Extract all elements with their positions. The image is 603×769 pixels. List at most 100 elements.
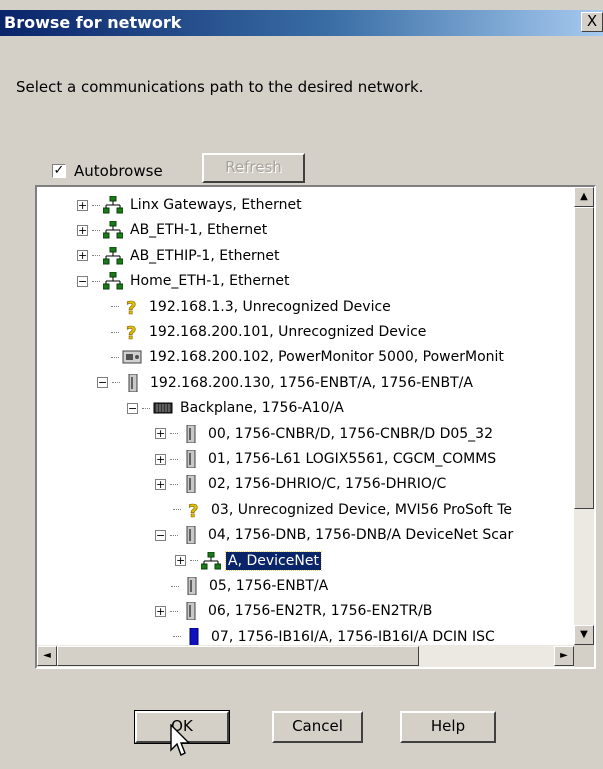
tree-item[interactable]: +00, 1756-CNBR/D, 1756-CNBR/D D05_32 [155,422,495,446]
refresh-button[interactable]: Refresh [202,153,305,183]
unknown-device-icon: ? [122,298,142,316]
tree-connector [92,280,100,282]
autobrowse-checkbox[interactable]: ✓ [52,164,66,178]
expand-icon[interactable]: + [77,250,88,262]
unknown-device-icon: ? [184,501,204,519]
svg-text:?: ? [188,501,198,519]
vertical-scroll-thumb[interactable] [574,207,594,509]
tree-connector [190,560,198,562]
io-module-icon [184,627,204,645]
arrow-right-icon: ► [560,650,568,661]
scroll-up-button[interactable]: ▲ [574,187,594,207]
expand-icon[interactable]: + [175,555,186,567]
tree-item-label: 06, 1756-EN2TR, 1756-EN2TR/B [208,603,433,620]
module-icon [181,526,201,545]
tree-item-label: AB_ETH-1, Ethernet [130,222,268,239]
tree-item[interactable]: +06, 1756-EN2TR, 1756-EN2TR/B [155,599,434,623]
tree-connector [111,306,119,308]
network-icon [201,551,221,570]
arrow-left-icon: ◄ [43,650,51,661]
tree-connector [171,585,179,587]
tree-connector [111,331,119,333]
scroll-right-button[interactable]: ► [554,646,574,666]
tree-item[interactable]: ? 03, Unrecognized Device, MVI56 ProSoft … [173,498,514,522]
help-button[interactable]: Help [400,711,496,743]
arrow-up-icon: ▲ [580,191,588,202]
title-bar[interactable]: Browse for network X [0,10,603,36]
tree-item-label: AB_ETHIP-1, Ethernet [130,247,280,264]
close-button[interactable]: X [581,12,603,32]
expand-icon[interactable]: + [155,605,166,617]
horizontal-scrollbar[interactable]: ◄ ► [37,645,574,667]
network-tree[interactable]: + Linx Gateways, Ethernet + AB_ETH-1, Ether… [35,185,596,669]
scroll-left-button[interactable]: ◄ [37,646,57,666]
tree-item[interactable]: 05, 1756-ENBT/A [171,574,330,598]
module-icon [182,577,202,595]
tree-item-label: 192.168.200.130, 1756-ENBT/A, 1756-ENBT/… [150,374,473,391]
expand-icon[interactable]: + [77,224,88,236]
collapse-icon[interactable]: − [155,529,166,541]
module-icon [181,450,201,468]
network-icon [103,196,123,214]
tree-connector [92,255,100,257]
tree-item[interactable]: ? 192.168.1.3, Unrecognized Device [111,295,393,319]
tree-item-label: 192.168.1.3, Unrecognized Device [149,298,391,315]
module-icon [181,424,201,443]
scroll-corner [574,645,594,667]
tree-item-label: 04, 1756-DNB, 1756-DNB/A DeviceNet Scar [208,527,514,544]
cancel-button[interactable]: Cancel [272,711,363,743]
tree-item-label: 192.168.200.102, PowerMonitor 5000, Powe… [149,349,504,366]
mouse-cursor-icon [170,724,191,756]
tree-item-selected[interactable]: + A, DeviceNet [175,549,322,573]
network-icon [103,221,123,239]
tree-item[interactable]: − 04, 1756-DNB, 1756-DNB/A DeviceNet Scar [155,523,515,547]
tree-connector [170,610,178,612]
tree-item-label: Home_ETH-1, Ethernet [130,273,290,290]
unknown-device-icon: ? [122,323,142,341]
tree-item[interactable]: +02, 1756-DHRIO/C, 1756-DHRIO/C [155,472,448,496]
tree-item-label: 07, 1756-IB16I/A, 1756-IB16I/A DCIN ISC [211,628,495,645]
svg-text:?: ? [126,323,136,341]
tree-content: + Linx Gateways, Ethernet + AB_ETH-1, Ether… [37,187,574,645]
module-icon [123,373,143,392]
expand-icon[interactable]: + [155,453,166,465]
tree-connector [92,204,100,206]
collapse-icon[interactable]: − [127,402,138,414]
tree-connector [142,407,150,409]
tree-item[interactable]: + AB_ETHIP-1, Ethernet [77,244,282,268]
vertical-scrollbar[interactable]: ▲ ▼ [574,187,594,645]
tree-connector [170,534,178,536]
tree-item[interactable]: +01, 1756-L61 LOGIX5561, CGCM_COMMS [155,447,498,471]
expand-icon[interactable]: + [77,199,88,211]
scroll-down-button[interactable]: ▼ [574,625,594,645]
tree-item[interactable]: + AB_ETH-1, Ethernet [77,218,269,242]
power-monitor-icon [122,348,142,366]
instruction-text: Select a communications path to the desi… [16,78,424,96]
horizontal-scroll-thumb[interactable] [57,646,419,666]
expand-icon[interactable]: + [155,478,166,490]
tree-connector [112,382,120,384]
network-icon [103,272,123,290]
tree-item[interactable]: 07, 1756-IB16I/A, 1756-IB16I/A DCIN ISC [173,625,497,645]
tree-connector [173,509,181,511]
tree-item-label: Backplane, 1756-A10/A [180,400,344,417]
autobrowse-label: Autobrowse [74,162,163,180]
tree-item[interactable]: 192.168.200.102, PowerMonitor 5000, Powe… [111,345,506,369]
tree-item-label: Linx Gateways, Ethernet [130,197,302,213]
tree-item-label: A, DeviceNet [225,550,322,571]
window-title: Browse for network [4,13,182,32]
tree-item[interactable]: − Backplane, 1756-A10/A [127,396,346,420]
expand-icon[interactable]: + [155,428,166,440]
tree-item-label: 192.168.200.101, Unrecognized Device [149,324,427,340]
module-icon [181,602,201,621]
autobrowse-option[interactable]: ✓ Autobrowse [52,162,163,180]
tree-connector [173,636,181,638]
tree-item[interactable]: − 192.168.200.130, 1756-ENBT/A, 1756-ENBT… [97,371,475,395]
collapse-icon[interactable]: − [97,377,108,389]
collapse-icon[interactable]: − [77,275,88,287]
module-icon [181,475,201,494]
tree-item[interactable]: ? 192.168.200.101, Unrecognized Device [111,320,428,344]
tree-item[interactable]: − Home_ETH-1, Ethernet [77,269,291,293]
svg-text:?: ? [126,298,136,316]
tree-item[interactable]: + Linx Gateways, Ethernet [77,193,304,217]
